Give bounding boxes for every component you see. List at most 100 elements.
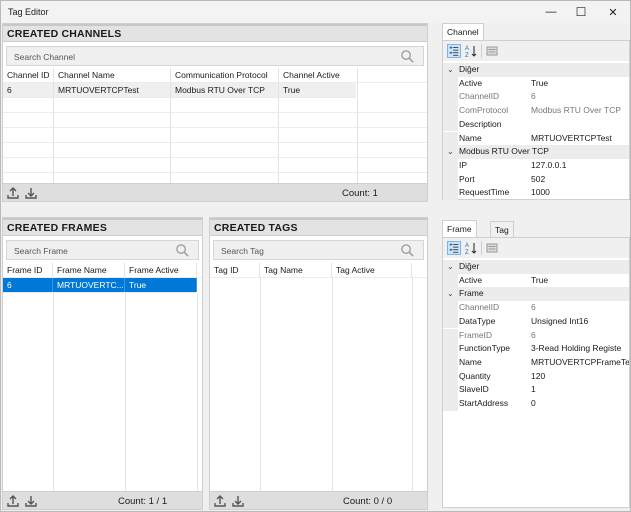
download-icon[interactable] [24, 494, 38, 508]
property-row[interactable]: RequestTime 1000 [443, 186, 629, 200]
alphabetical-icon[interactable]: AZ [464, 241, 478, 255]
minimize-button[interactable]: — [536, 3, 566, 21]
col-channel-active[interactable]: Channel Active [279, 68, 358, 82]
table-row[interactable]: 6 MRTUOVERTCPTest Modbus RTU Over TCP Tr… [3, 83, 358, 98]
property-row[interactable]: IP 127.0.0.1 [443, 158, 629, 173]
search-icon[interactable] [400, 243, 415, 258]
property-row[interactable]: Quantity 120 [443, 369, 629, 384]
col-channel-id[interactable]: Channel ID [3, 68, 54, 82]
channels-count: Count: 1 [342, 188, 378, 199]
col-communication-protocol[interactable]: Communication Protocol [171, 68, 279, 82]
search-icon[interactable] [400, 49, 415, 64]
search-tag-input[interactable]: Search Tag [213, 240, 424, 260]
chevron-down-icon[interactable]: ⌄ [447, 287, 454, 301]
upload-icon[interactable] [213, 494, 227, 508]
property-row[interactable]: Port 502 [443, 172, 629, 187]
categorized-icon[interactable] [447, 44, 461, 58]
window-title: Tag Editor [8, 7, 49, 17]
property-value[interactable]: 1 [531, 383, 629, 397]
property-value[interactable]: 6 [531, 329, 629, 343]
channels-panel: CREATED CHANNELS Search Channel Channel … [2, 23, 428, 202]
row-gutter [443, 131, 458, 146]
property-value[interactable]: 502 [531, 173, 629, 187]
property-value[interactable]: Unsigned Int16 [531, 315, 629, 329]
search-icon[interactable] [175, 243, 190, 258]
property-row[interactable]: FrameID 6 [443, 328, 629, 343]
property-name: FrameID [459, 329, 493, 340]
property-row[interactable]: ChannelID 6 [443, 90, 629, 105]
property-name: DataType [459, 315, 496, 326]
property-value[interactable]: 3-Read Holding Registe [531, 342, 629, 356]
chevron-down-icon[interactable]: ⌄ [447, 145, 454, 159]
chevron-down-icon[interactable]: ⌄ [447, 63, 454, 77]
col-tag-active[interactable]: Tag Active [332, 263, 412, 277]
search-frame-input[interactable]: Search Frame [6, 240, 199, 260]
property-category[interactable]: ⌄ Frame [443, 287, 629, 302]
property-row[interactable]: FunctionType 3-Read Holding Registe [443, 342, 629, 356]
empty-row [3, 158, 427, 173]
row-gutter [443, 342, 458, 356]
property-value[interactable]: 0 [531, 397, 629, 411]
category-label: Diğer [459, 261, 480, 271]
channels-header-row: Channel ID Channel Name Communication Pr… [3, 68, 427, 83]
property-value[interactable]: MRTUOVERTCPTest [531, 132, 629, 146]
property-row[interactable]: ComProtocol Modbus RTU Over TCP [443, 104, 629, 118]
tab-channel-info[interactable]: Channel Info [442, 23, 484, 53]
property-value[interactable]: 127.0.0.1 [531, 159, 629, 173]
col-frame-id[interactable]: Frame ID [3, 263, 53, 277]
tags-panel: CREATED TAGS Search Tag Tag ID Tag Name … [209, 217, 428, 510]
property-category[interactable]: ⌄ Modbus RTU Over TCP [443, 145, 629, 159]
property-name: Port [459, 173, 475, 184]
cell-channel-name: MRTUOVERTCPTest [54, 83, 171, 97]
property-value[interactable]: 6 [531, 90, 629, 104]
property-name: Active [459, 77, 483, 88]
property-pages-icon[interactable] [485, 44, 499, 58]
row-gutter [443, 314, 458, 329]
category-label: Modbus RTU Over TCP [459, 146, 549, 157]
download-icon[interactable] [231, 494, 245, 508]
tab-frame-info[interactable]: Frame Info [442, 220, 477, 250]
table-row[interactable]: 6 MRTUOVERTC... True [3, 278, 197, 293]
col-channel-name[interactable]: Channel Name [54, 68, 171, 82]
property-row[interactable]: Description [443, 117, 629, 132]
search-channel-input[interactable]: Search Channel [6, 46, 424, 66]
upload-icon[interactable] [6, 494, 20, 508]
property-row[interactable]: Name MRTUOVERTCPFrameTe [443, 355, 629, 370]
col-frame-name[interactable]: Frame Name [53, 263, 125, 277]
property-value[interactable]: Modbus RTU Over TCP [531, 104, 629, 118]
property-row[interactable]: StartAddress 0 [443, 397, 629, 411]
col-tag-name[interactable]: Tag Name [260, 263, 332, 277]
property-category[interactable]: ⌄ Diğer [443, 260, 629, 274]
property-row[interactable]: ChannelID 6 [443, 301, 629, 315]
frames-panel: CREATED FRAMES Search Frame Frame ID Fra… [2, 217, 203, 510]
svg-text:Z: Z [465, 53, 469, 58]
row-gutter [443, 90, 458, 105]
close-button[interactable]: ✕ [598, 3, 628, 21]
property-row[interactable]: Active True [443, 76, 629, 91]
property-value[interactable]: 6 [531, 301, 629, 315]
property-name: Name [459, 356, 482, 367]
download-icon[interactable] [24, 186, 38, 200]
maximize-button[interactable]: ☐ [566, 3, 596, 21]
alphabetical-icon[interactable]: AZ [464, 44, 478, 58]
frames-header-row: Frame ID Frame Name Frame Active [3, 263, 202, 278]
property-row[interactable]: Active True [443, 273, 629, 288]
col-frame-active[interactable]: Frame Active [125, 263, 197, 277]
property-value[interactable]: 120 [531, 370, 629, 384]
categorized-icon[interactable] [447, 241, 461, 255]
property-row[interactable]: SlaveID 1 [443, 383, 629, 397]
property-row[interactable]: DataType Unsigned Int16 [443, 314, 629, 329]
property-pages-icon[interactable] [485, 241, 499, 255]
property-value[interactable]: MRTUOVERTCPFrameTe [531, 356, 629, 370]
cell-frame-active: True [125, 278, 197, 292]
tags-footer: Count: 0 / 0 [210, 491, 427, 509]
tab-tag-info[interactable]: Tag Info [490, 221, 515, 251]
property-row[interactable]: Name MRTUOVERTCPTest [443, 131, 629, 146]
property-category[interactable]: ⌄ Diğer [443, 63, 629, 77]
col-tag-id[interactable]: Tag ID [210, 263, 260, 277]
property-value[interactable]: True [531, 274, 629, 288]
chevron-down-icon[interactable]: ⌄ [447, 260, 454, 274]
property-value[interactable]: True [531, 77, 629, 91]
upload-icon[interactable] [6, 186, 20, 200]
property-value[interactable]: 1000 [531, 186, 629, 200]
